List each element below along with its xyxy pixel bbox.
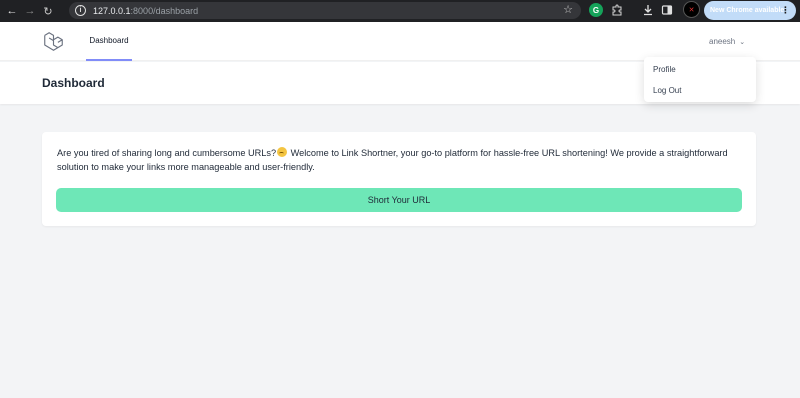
nav-link-dashboard[interactable]: Dashboard [86, 22, 132, 61]
app-navbar: Dashboard aneesh ⌄ [0, 22, 800, 61]
url-path: :8000/dashboard [130, 5, 199, 16]
more-menu-icon[interactable]: ⋮ [781, 5, 790, 16]
back-arrow-icon[interactable]: ← [3, 2, 21, 20]
update-label: New Chrome available [710, 7, 785, 14]
url-text: 127.0.0.1:8000/dashboard [93, 6, 198, 16]
forward-arrow-icon[interactable]: → [21, 2, 39, 20]
chevron-down-icon: ⌄ [739, 38, 746, 46]
intro-text: Are you tired of sharing long and cumber… [57, 146, 737, 174]
download-icon[interactable] [641, 3, 655, 17]
new-chrome-available-button[interactable]: New Chrome available ⋮ [704, 1, 796, 20]
url-host: 127.0.0.1 [93, 5, 131, 16]
user-name: aneesh [709, 37, 736, 46]
page-title: Dashboard [42, 76, 105, 90]
dropdown-item-profile[interactable]: Profile [653, 65, 676, 74]
browser-toolbar: ← → ↻ i 127.0.0.1:8000/dashboard ☆ G ✕ N… [0, 0, 800, 22]
user-dropdown-menu: Profile Log Out [644, 57, 756, 102]
short-your-url-button[interactable]: Short Your URL [56, 188, 742, 212]
info-icon[interactable]: i [75, 5, 86, 16]
extensions-icon[interactable] [610, 3, 624, 17]
laravel-logo-icon[interactable] [43, 31, 64, 52]
star-icon[interactable]: ☆ [563, 3, 573, 16]
intro-text-part-1: Are you tired of sharing long and cumber… [57, 148, 277, 158]
intro-card: Are you tired of sharing long and cumber… [42, 132, 756, 226]
reload-icon[interactable]: ↻ [39, 2, 57, 20]
profile-avatar-icon[interactable]: ✕ [683, 1, 700, 18]
smiley-emoji-icon [277, 147, 288, 157]
user-menu-trigger[interactable]: aneesh ⌄ [709, 37, 745, 46]
dropdown-item-logout[interactable]: Log Out [653, 86, 681, 95]
address-bar[interactable]: i 127.0.0.1:8000/dashboard ☆ [69, 2, 581, 19]
grammarly-icon[interactable]: G [589, 3, 603, 17]
side-panel-icon[interactable] [660, 3, 674, 17]
